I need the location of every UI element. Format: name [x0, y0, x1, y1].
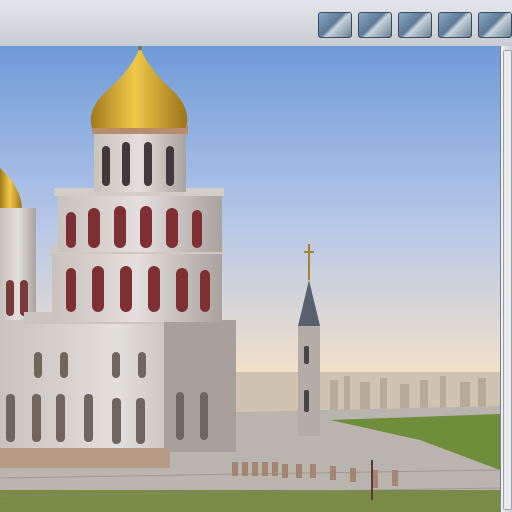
- base-wall: [0, 448, 170, 468]
- thumbnail-strip: [318, 12, 512, 38]
- cathedral-rendering: [0, 46, 500, 512]
- thumbnail-3[interactable]: [398, 12, 432, 38]
- thumbnail-2[interactable]: [358, 12, 392, 38]
- lower-drum: [52, 250, 222, 322]
- image-viewport: [0, 46, 500, 512]
- thumbnail-4[interactable]: [438, 12, 472, 38]
- thumbnail-5[interactable]: [478, 12, 512, 38]
- grass-strip: [0, 490, 500, 512]
- vertical-scrollbar[interactable]: [500, 46, 512, 512]
- scrollbar-thumb[interactable]: [503, 50, 512, 510]
- thumbnail-1[interactable]: [318, 12, 352, 38]
- top-toolbar: [0, 0, 512, 47]
